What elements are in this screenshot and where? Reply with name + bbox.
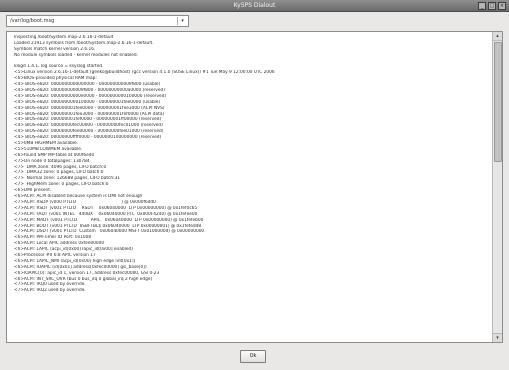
vertical-scrollbar[interactable]: ▴ ▾ <box>492 32 502 342</box>
log-file-value: /var/log/boot.msg <box>10 18 55 24</box>
log-line: <7>ACPI: IRQ2 used by override. <box>14 288 86 294</box>
maximize-button[interactable]: □ <box>488 2 496 10</box>
log-view[interactable]: Inspecting /boot/System.map-2.6.16-1-def… <box>6 31 503 343</box>
scroll-down-arrow-icon[interactable]: ▾ <box>493 333 502 342</box>
log-file-select[interactable]: /var/log/boot.msg ▾ <box>6 15 189 27</box>
scrollbar-thumb[interactable] <box>494 42 502 162</box>
window-title: KySPS Dialout <box>233 2 276 9</box>
log-text-area: Inspecting /boot/System.map-2.6.16-1-def… <box>14 35 484 342</box>
scroll-up-arrow-icon[interactable]: ▴ <box>493 32 502 41</box>
title-bar: KySPS Dialout _ □ × <box>0 0 509 12</box>
window-controls: _ □ × <box>478 2 506 10</box>
ok-button[interactable]: Ok <box>240 350 266 363</box>
close-button[interactable]: × <box>498 2 506 10</box>
chevron-down-icon[interactable]: ▾ <box>177 17 187 25</box>
minimize-button[interactable]: _ <box>478 2 486 10</box>
